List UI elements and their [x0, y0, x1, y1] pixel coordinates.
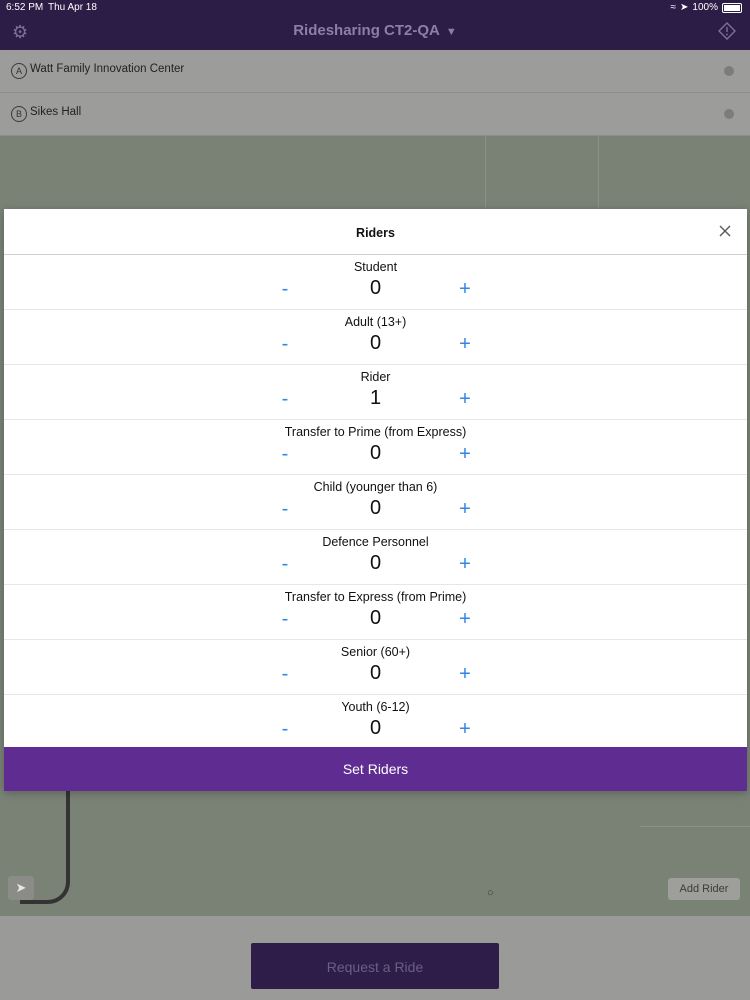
request-ride-button[interactable]: Request a Ride — [251, 943, 499, 989]
rider-label: Defence Personnel — [322, 535, 429, 549]
rider-row-transfer-to-express: Transfer to Express (from Prime) - 0 + — [4, 585, 747, 640]
increment-button[interactable]: + — [450, 717, 480, 741]
increment-button[interactable]: + — [450, 387, 480, 411]
rider-count: 1 — [369, 387, 382, 409]
rider-count: 0 — [369, 277, 382, 299]
status-date: Thu Apr 18 — [48, 2, 97, 13]
top-navigation-bar: 6:52 PM Thu Apr 18 ≈ ➤ 100% ⚙ Ridesharin… — [0, 0, 750, 50]
status-indicators: ≈ ➤ 100% — [671, 2, 742, 13]
rider-label: Child (younger than 6) — [313, 480, 438, 494]
rider-row-senior: Senior (60+) - 0 + — [4, 640, 747, 695]
increment-button[interactable]: + — [450, 332, 480, 356]
rider-label: Senior (60+) — [340, 645, 411, 659]
origin-location-text: Watt Family Innovation Center — [30, 63, 185, 75]
status-time: 6:52 PM — [6, 2, 44, 13]
modal-header: Riders — [4, 209, 747, 255]
increment-button[interactable]: + — [450, 662, 480, 686]
rider-count: 0 — [369, 332, 382, 354]
rider-row-defence-personnel: Defence Personnel - 0 + — [4, 530, 747, 585]
wifi-icon: ≈ — [670, 2, 677, 13]
increment-button[interactable]: + — [450, 442, 480, 466]
clear-icon[interactable] — [724, 66, 734, 76]
rider-row-rider: Rider - 1 + — [4, 365, 747, 420]
modal-title: Riders — [356, 226, 395, 240]
rider-count: 0 — [369, 662, 382, 684]
chevron-down-icon: ▼ — [445, 26, 457, 38]
rider-count: 0 — [369, 717, 382, 739]
destination-badge: B — [11, 106, 27, 122]
clear-icon[interactable] — [724, 109, 734, 119]
add-rider-button[interactable]: Add Rider — [668, 878, 740, 900]
rider-row-adult: Adult (13+) - 0 + — [4, 310, 747, 365]
increment-button[interactable]: + — [450, 607, 480, 631]
riders-modal: Riders Student - 0 + Adult (13+) - 0 + R… — [4, 209, 747, 791]
rider-type-list: Student - 0 + Adult (13+) - 0 + Rider - … — [4, 255, 747, 749]
rider-row-transfer-to-prime: Transfer to Prime (from Express) - 0 + — [4, 420, 747, 475]
map-road — [485, 136, 486, 208]
rider-label: Rider — [360, 370, 391, 384]
rider-count: 0 — [369, 552, 382, 574]
destination-location-text: Sikes Hall — [30, 106, 82, 118]
battery-percent: 100% — [692, 2, 718, 13]
rider-row-child: Child (younger than 6) - 0 + — [4, 475, 747, 530]
origin-badge: A — [11, 63, 27, 79]
increment-button[interactable]: + — [450, 552, 480, 576]
rider-label: Student — [353, 260, 398, 274]
rider-label: Transfer to Prime (from Express) — [284, 425, 467, 439]
map-attribution-icon: ○ — [487, 887, 494, 899]
map-road — [640, 826, 750, 827]
rider-label: Youth (6-12) — [341, 700, 410, 714]
rider-row-student: Student - 0 + — [4, 255, 747, 310]
set-riders-button[interactable]: Set Riders — [4, 747, 747, 791]
rider-label: Adult (13+) — [344, 315, 407, 329]
rider-count: 0 — [369, 497, 382, 519]
rider-count: 0 — [369, 607, 382, 629]
increment-button[interactable]: + — [450, 277, 480, 301]
app-title-text: Ridesharing CT2-QA — [293, 22, 440, 39]
alert-icon[interactable] — [718, 22, 736, 40]
rider-count: 0 — [369, 442, 382, 464]
origin-location-row[interactable]: A Watt Family Innovation Center — [0, 50, 750, 93]
map-road — [598, 136, 599, 208]
increment-button[interactable]: + — [450, 497, 480, 521]
location-services-icon: ➤ — [680, 2, 689, 13]
app-title[interactable]: Ridesharing CT2-QA ▼ — [0, 22, 750, 39]
rider-label: Transfer to Express (from Prime) — [284, 590, 467, 604]
close-icon[interactable] — [718, 224, 732, 238]
rider-row-youth: Youth (6-12) - 0 + — [4, 695, 747, 749]
location-arrow-icon[interactable]: ➤ — [8, 876, 34, 900]
battery-icon — [722, 2, 742, 13]
destination-location-row[interactable]: B Sikes Hall — [0, 93, 750, 136]
